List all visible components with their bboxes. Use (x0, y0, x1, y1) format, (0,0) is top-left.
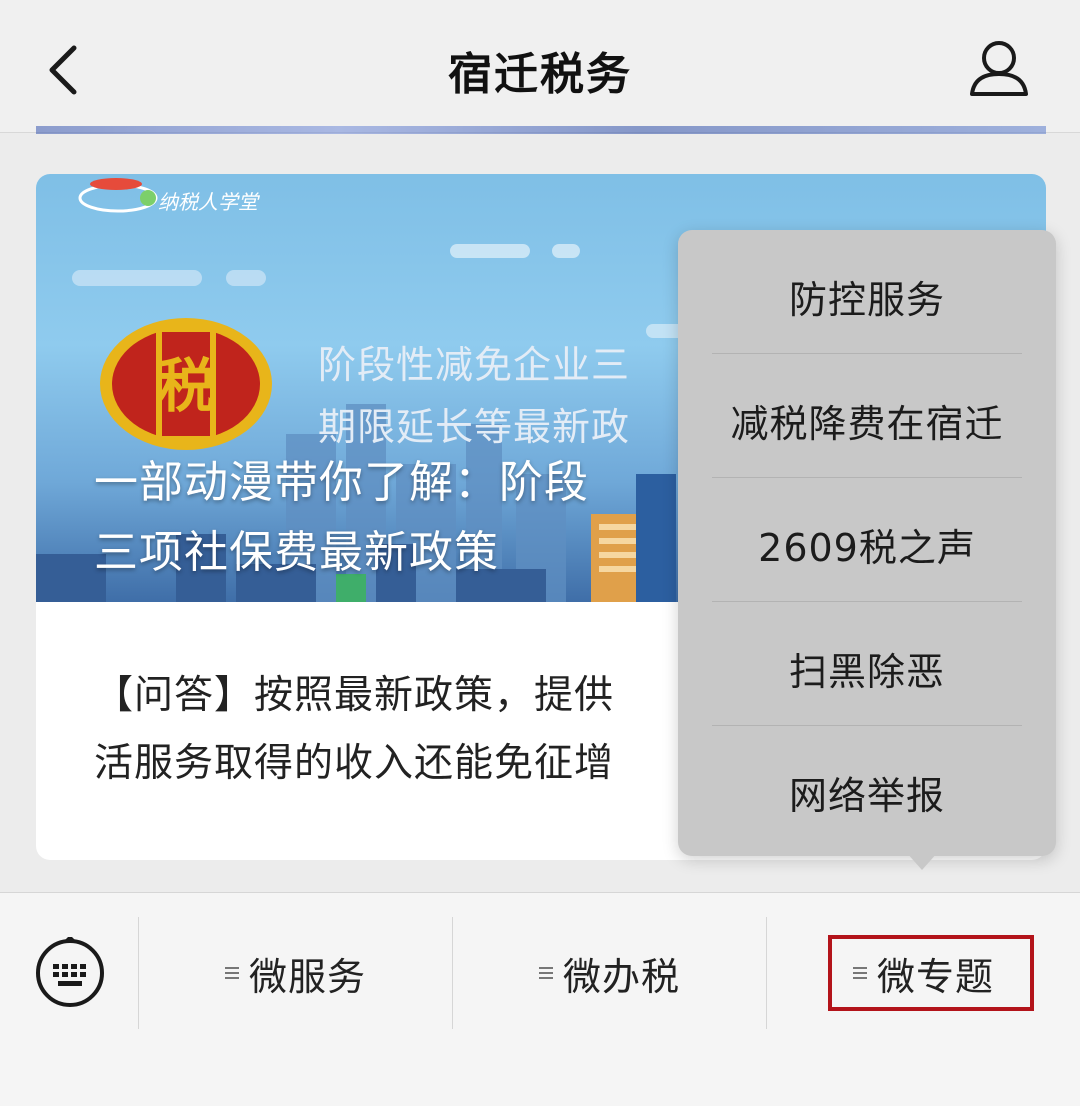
profile-button[interactable] (966, 38, 1032, 100)
tab-micro-tax[interactable]: 微办税 (453, 941, 766, 1005)
tab-micro-service[interactable]: 微服务 (139, 941, 452, 1005)
menu-divider (712, 477, 1022, 478)
article-title-line: 一部动漫带你了解：阶段 (94, 457, 589, 508)
menu-item-tax-voice[interactable]: 2609税之声 (678, 482, 1056, 606)
menu-item-epidemic-service[interactable]: 防控服务 (678, 234, 1056, 358)
menu-item-label: 扫黑除恶 (788, 649, 945, 694)
tab-label: 微办税 (562, 954, 680, 999)
menu-item-label: 2609税之声 (758, 525, 976, 570)
channel-logo-icon (78, 178, 158, 213)
tab-highlight-box (828, 935, 1034, 1011)
svg-text:税: 税 (157, 352, 215, 420)
menu-divider (712, 353, 1022, 354)
menu-item-label: 减税降费在宿迁 (730, 401, 1004, 446)
keyboard-icon (36, 935, 104, 1007)
channel-name: 纳税人学堂 (158, 190, 258, 214)
article-title-line: 三项社保费最新政策 (94, 527, 499, 578)
submenu-popup: 防控服务 减税降费在宿迁 2609税之声 扫黑除恶 网络举报 (678, 230, 1056, 856)
menu-item-tax-cuts[interactable]: 减税降费在宿迁 (678, 358, 1056, 482)
menu-divider (712, 725, 1022, 726)
page-title: 宿迁税务 (448, 49, 632, 100)
article-summary-line: 活服务取得的收入还能免征增 (94, 741, 615, 786)
popup-pointer (906, 852, 938, 870)
user-icon (970, 41, 1028, 96)
keyboard-toggle-button[interactable] (34, 935, 106, 1009)
banner-text-line: 阶段性减免企业三 (318, 343, 631, 387)
menu-lines-icon (224, 967, 239, 979)
article-summary-line: 【问答】按照最新政策，提供 (94, 673, 615, 718)
nav-header: 宿迁税务 (0, 0, 1080, 133)
menu-lines-icon (538, 967, 553, 979)
menu-divider (712, 601, 1022, 602)
previous-article-strip (36, 126, 1046, 134)
banner-text-line: 期限延长等最新政 (318, 405, 631, 449)
menu-item-label: 网络举报 (788, 773, 945, 818)
tax-emblem-icon: 税 (100, 318, 272, 450)
bottom-menu-bar: 微服务 微办税 微专题 (0, 892, 1080, 1106)
menu-item-report[interactable]: 网络举报 (678, 730, 1056, 854)
menu-item-anti-crime[interactable]: 扫黑除恶 (678, 606, 1056, 730)
tab-label: 微服务 (248, 954, 366, 999)
menu-item-label: 防控服务 (788, 277, 945, 322)
